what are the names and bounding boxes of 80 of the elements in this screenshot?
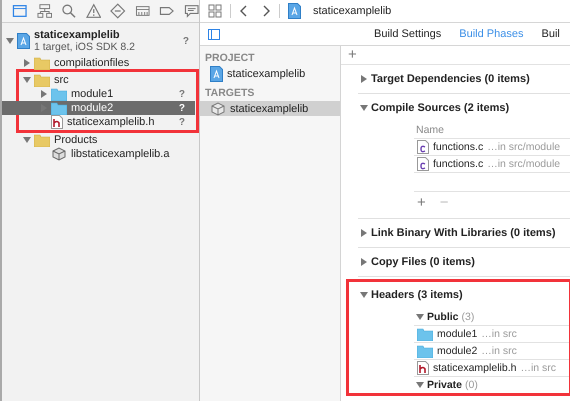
section-heading: PROJECT: [204, 51, 256, 66]
group-label: Private: [427, 379, 462, 391]
tree-row[interactable]: src: [2, 73, 195, 87]
column-header: Name: [414, 122, 570, 139]
forward-icon[interactable]: [263, 5, 271, 17]
group-count: (0): [465, 379, 478, 391]
status-label: ?: [178, 102, 185, 114]
project-icon: [288, 3, 301, 19]
file-name: module1: [71, 88, 114, 100]
source-file-icon: [417, 140, 429, 154]
file-location: …in src: [520, 362, 556, 374]
editor-tab[interactable]: Build Settings: [374, 28, 442, 40]
status-label: ?: [178, 88, 185, 100]
project-icon: [210, 66, 223, 82]
disclosure-icon[interactable]: [360, 258, 368, 266]
file-name: staticexamplelib.h: [433, 362, 516, 374]
search-icon[interactable]: [61, 3, 76, 19]
add-button[interactable]: +: [414, 196, 429, 210]
phase-title[interactable]: Headers (3 items): [371, 289, 463, 301]
file-location: …in src/module: [487, 158, 560, 170]
add-button[interactable]: +: [345, 48, 360, 62]
source-file-icon: [417, 157, 429, 171]
file-name: src: [54, 74, 70, 86]
hierarchy-icon[interactable]: [36, 3, 52, 19]
file-name: compilationfiles: [54, 57, 130, 69]
target-icon: [210, 102, 226, 116]
project-name: staticexamplelib: [34, 29, 121, 41]
disclosure-icon[interactable]: [23, 76, 31, 84]
disclosure-icon[interactable]: [416, 381, 424, 389]
disclosure-icon[interactable]: [360, 75, 368, 83]
disclosure-icon[interactable]: [23, 59, 31, 67]
library-icon: [51, 147, 67, 161]
speech-bubble-icon[interactable]: [184, 3, 199, 19]
phase-title[interactable]: Copy Files (0 items): [371, 256, 475, 268]
disclosure-icon[interactable]: [416, 313, 424, 321]
tree-row[interactable]: libstaticexamplelib.a: [2, 147, 199, 161]
grid-icon[interactable]: [134, 3, 150, 19]
diamond-icon[interactable]: [110, 3, 126, 19]
project-subtitle: 1 target, iOS SDK 8.2: [34, 41, 136, 53]
project-icon: [17, 33, 30, 49]
tree-row[interactable]: Products: [2, 133, 199, 147]
file-name: module2: [71, 102, 114, 114]
disclosure-icon[interactable]: [6, 37, 14, 45]
phase-title[interactable]: Target Dependencies (0 items): [371, 73, 530, 85]
group-count: (3): [462, 311, 474, 323]
disclosure-icon[interactable]: [360, 229, 368, 237]
file-name: module1: [437, 328, 478, 340]
tree-row[interactable]: compilationfiles: [2, 56, 199, 70]
tree-row[interactable]: staticexamplelib.h ?: [2, 115, 195, 129]
grid-icon[interactable]: [208, 4, 222, 18]
back-icon[interactable]: [239, 5, 247, 17]
file-name: libstaticexamplelib.a: [71, 148, 170, 160]
tree-row[interactable]: module2 ?: [2, 101, 195, 115]
tree-row[interactable]: module1 ?: [2, 87, 195, 101]
file-name: functions.c: [433, 158, 484, 170]
sidebar-toggle-icon[interactable]: [208, 28, 220, 40]
file-location: …in src: [481, 328, 517, 340]
file-name: staticexamplelib.h: [67, 116, 156, 128]
status-label: ?: [182, 36, 189, 46]
header-file-icon: [51, 115, 63, 129]
file-name: module2: [437, 345, 478, 357]
disclosure-icon[interactable]: [360, 104, 368, 112]
breadcrumb[interactable]: staticexamplelib: [313, 5, 392, 17]
header-file-icon: [417, 361, 429, 375]
target-list-item[interactable]: staticexamplelib: [200, 101, 340, 116]
file-location: …in src: [481, 345, 517, 357]
warning-icon[interactable]: [86, 3, 101, 19]
file-location: …in src/module: [487, 141, 560, 153]
disclosure-icon[interactable]: [23, 136, 31, 144]
group-label: Public: [427, 311, 459, 323]
file-name: Products: [54, 134, 98, 146]
section-heading: TARGETS: [204, 86, 256, 101]
file-name: functions.c: [433, 141, 484, 153]
disclosure-icon[interactable]: [360, 291, 368, 299]
phase-title[interactable]: Compile Sources (2 items): [371, 102, 510, 114]
status-label: ?: [178, 116, 185, 128]
target-list-item[interactable]: staticexamplelib: [200, 66, 340, 81]
tree-row[interactable]: staticexamplelib 1 target, iOS SDK 8.2 ?: [2, 26, 199, 56]
editor-tab[interactable]: Buil: [541, 28, 560, 40]
phase-title[interactable]: Link Binary With Libraries (0 items): [371, 227, 556, 239]
